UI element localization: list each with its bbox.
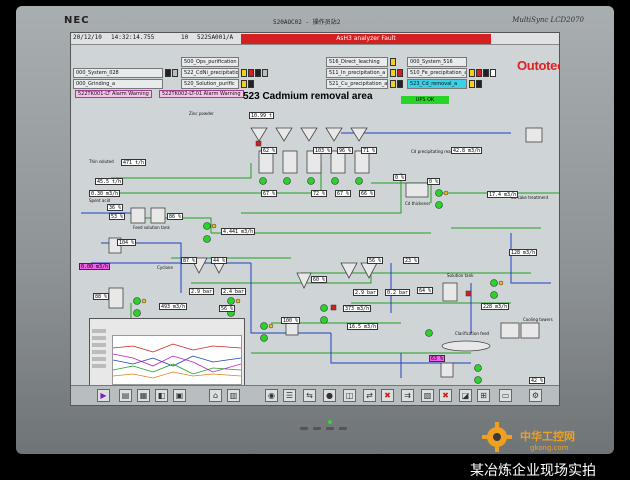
- power-led-icon: [328, 420, 332, 424]
- monitor-model: MultiSync LCD2070: [512, 16, 584, 24]
- tool-button-icon[interactable]: ⇄: [363, 389, 376, 402]
- value-readout-alarm[interactable]: 0.00 m3/h: [79, 263, 111, 270]
- value-readout[interactable]: 86 %: [167, 213, 184, 220]
- value-readout-alarm[interactable]: 63 %: [429, 355, 446, 362]
- monitor-station-label: 520AOC02 - 操作员站2: [273, 19, 341, 26]
- tool-button-icon[interactable]: ▤: [119, 389, 132, 402]
- tool-button-icon[interactable]: ●: [323, 389, 336, 402]
- value-readout[interactable]: 45.5 t/h: [95, 178, 124, 185]
- monitor-buttons[interactable]: [300, 427, 347, 430]
- tool-button-icon[interactable]: ▥: [227, 389, 240, 402]
- tool-button-icon[interactable]: ▭: [499, 389, 512, 402]
- value-readout[interactable]: 0.30 m3/h: [89, 190, 121, 197]
- value-readout[interactable]: 64 %: [417, 287, 434, 294]
- watermark-site: 中华工控网: [520, 430, 575, 443]
- value-readout[interactable]: 128 m3/h: [509, 249, 538, 256]
- alarm-tool-icon[interactable]: ✖: [381, 389, 394, 402]
- value-readout[interactable]: 53 %: [109, 213, 126, 220]
- cd-thickener-label: Cd thickener: [405, 201, 431, 206]
- trend-lines: [112, 343, 242, 379]
- photo-caption: 某冶炼企业现场实拍: [470, 463, 596, 479]
- bottom-toolbar: ▶ ▤ ▦ ◧ ▣ ⌂ ▥ ◉ ☰ ⇆ ● ◫ ⇄ ✖ ⇉ ▧ ✖ ◪ ⊞ ▭ …: [71, 385, 559, 405]
- value-readout[interactable]: 66 %: [359, 190, 376, 197]
- tool-button-icon[interactable]: ◪: [459, 389, 472, 402]
- value-readout[interactable]: 100 %: [281, 317, 301, 324]
- value-readout[interactable]: 96 %: [337, 147, 354, 154]
- gear-icon: [482, 422, 512, 452]
- watermark-domain: gkong.com: [530, 444, 569, 452]
- tool-button-icon[interactable]: ▦: [137, 389, 150, 402]
- value-readout[interactable]: 87 %: [181, 257, 198, 264]
- value-readout[interactable]: 2.4 bar: [221, 288, 247, 295]
- spent-acid-label: Spent acid: [89, 198, 111, 203]
- tool-button-icon[interactable]: ⌂: [209, 389, 222, 402]
- tool-button-icon[interactable]: ⇉: [401, 389, 414, 402]
- clarification-label: Clarification feed: [455, 331, 490, 336]
- value-readout[interactable]: 0 %: [393, 174, 407, 181]
- tool-button-icon[interactable]: ◉: [265, 389, 278, 402]
- value-readout[interactable]: 42 %: [529, 377, 546, 384]
- monitor-brand: NEC: [64, 15, 90, 26]
- value-readout[interactable]: 2.9 bar: [189, 288, 215, 295]
- value-readout[interactable]: 67 %: [335, 190, 352, 197]
- value-readout[interactable]: 16.5 m3/h: [347, 323, 379, 330]
- cyclone-label: Cyclone: [157, 265, 173, 270]
- dcs-screen: 20/12/10 14:32:14.755 10 522SA001/A AsH3…: [70, 32, 560, 406]
- value-readout[interactable]: 2.9 bar: [353, 289, 379, 296]
- value-readout[interactable]: 17.4 m3/h: [487, 191, 519, 198]
- value-readout[interactable]: 0.2 bar: [385, 289, 411, 296]
- play-icon[interactable]: ▶: [97, 389, 110, 402]
- value-readout[interactable]: 0 %: [427, 178, 441, 185]
- value-readout[interactable]: 103 %: [313, 147, 333, 154]
- value-readout[interactable]: 10.99 t: [249, 112, 275, 119]
- value-readout[interactable]: 44 %: [211, 257, 228, 264]
- alarm-tool-icon[interactable]: ✖: [439, 389, 452, 402]
- value-readout[interactable]: 42.8 m3/h: [451, 147, 483, 154]
- tool-button-icon[interactable]: ▣: [173, 389, 186, 402]
- value-readout[interactable]: 228 m3/h: [481, 303, 510, 310]
- value-readout[interactable]: 36 %: [107, 204, 124, 211]
- trend-plot: [112, 335, 242, 385]
- solution-tank-label: Solution tank: [447, 273, 474, 278]
- value-readout[interactable]: 4.441 m3/h: [221, 228, 256, 235]
- tool-button-icon[interactable]: ☰: [283, 389, 296, 402]
- value-readout[interactable]: 56 %: [367, 257, 384, 264]
- value-readout[interactable]: 471 t/h: [121, 159, 147, 166]
- value-readout[interactable]: 23 %: [403, 257, 420, 264]
- value-readout[interactable]: 373 m3/h: [343, 305, 372, 312]
- bezel-top: NEC 520AOC02 - 操作员站2 MultiSync LCD2070: [16, 6, 614, 28]
- zinc-powder-label: Zinc powder: [189, 111, 214, 116]
- value-readout[interactable]: 493 m3/h: [159, 303, 188, 310]
- value-readout[interactable]: 62 %: [261, 147, 278, 154]
- tool-button-icon[interactable]: ⚙: [529, 389, 542, 402]
- feed-tank-label: Feed solution tank: [133, 225, 170, 230]
- tool-button-icon[interactable]: ⊞: [477, 389, 490, 402]
- cooling-tower-label: Cooling towers: [523, 317, 553, 322]
- tool-button-icon[interactable]: ◧: [155, 389, 168, 402]
- trend-window[interactable]: [89, 318, 245, 390]
- value-readout[interactable]: 104 %: [117, 239, 137, 246]
- tool-button-icon[interactable]: ⇆: [303, 389, 316, 402]
- value-readout[interactable]: 56 %: [219, 305, 236, 312]
- tool-button-icon[interactable]: ▧: [421, 389, 434, 402]
- value-readout[interactable]: 71 %: [361, 147, 378, 154]
- thin-soluted-label: Thin soluted: [89, 159, 114, 164]
- value-readout[interactable]: 67 %: [261, 190, 278, 197]
- tool-button-icon[interactable]: ◫: [343, 389, 356, 402]
- value-readout[interactable]: 88 %: [93, 293, 110, 300]
- value-readout[interactable]: 60 %: [311, 276, 328, 283]
- trend-legend: [92, 329, 110, 387]
- value-readout[interactable]: 72 %: [311, 190, 328, 197]
